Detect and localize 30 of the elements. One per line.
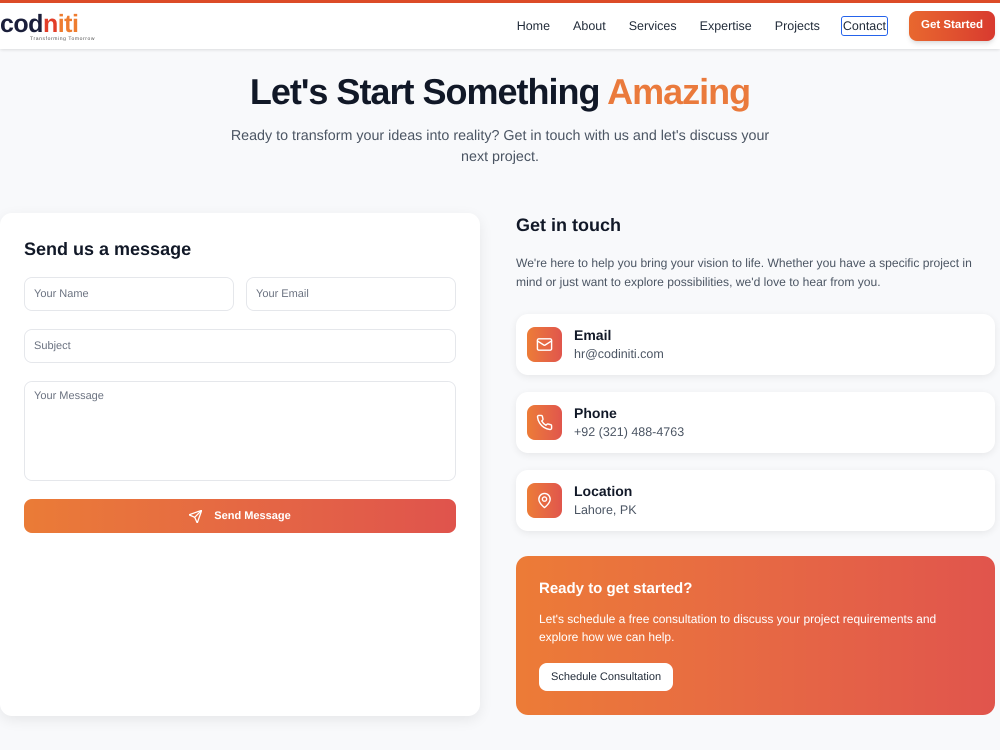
schedule-consultation-button[interactable]: Schedule Consultation [539,663,674,691]
contact-value: +92 (321) 488-4763 [574,424,684,441]
nav-link[interactable]: Services [628,17,678,35]
input-field[interactable]: Your Email [246,277,456,311]
form-heading: Send us a message [24,238,192,261]
phone-icon [527,405,562,440]
hero-subtitle: Ready to transform your ideas into reality? Get in touch with us and let's discuss your next project. [230,127,770,167]
input-field[interactable]: Your Name [24,277,234,311]
nav-link[interactable]: Contact [842,17,887,35]
nav-link[interactable]: Expertise [698,17,753,35]
hero-heading: Let's Start Something Amazing [250,72,750,112]
cta-description: Let's schedule a free consultation to discuss your project requirements and explore how we can help. [539,611,938,646]
contact-value: hr@codiniti.com [574,346,664,362]
cta-heading: Ready to get started? [539,579,694,599]
message-field[interactable]: Your Message [24,381,456,481]
contact-label: Email [574,326,612,344]
nav-link[interactable]: Home [516,17,552,35]
contact-label: Phone [574,404,618,422]
contact-heading: Get in touch [516,214,622,237]
nav-link[interactable]: Projects [774,17,821,35]
contact-label: Location [574,482,634,500]
input-field[interactable]: Subject [24,329,456,363]
contact-value: Lahore, PK [574,502,637,518]
nav-link[interactable]: About [572,17,607,35]
logo-wordmark[interactable]: codniti [0,12,78,36]
get-started-button[interactable]: Get Started [909,11,995,41]
send-icon [189,510,202,522]
map-pin-icon [527,483,562,518]
contact-description: We're here to help you bring your vision to life. Whether you have a specific project in mind or just want to explore possibilities, we'd love to hear from you. [516,255,973,291]
mail-icon [527,327,562,362]
